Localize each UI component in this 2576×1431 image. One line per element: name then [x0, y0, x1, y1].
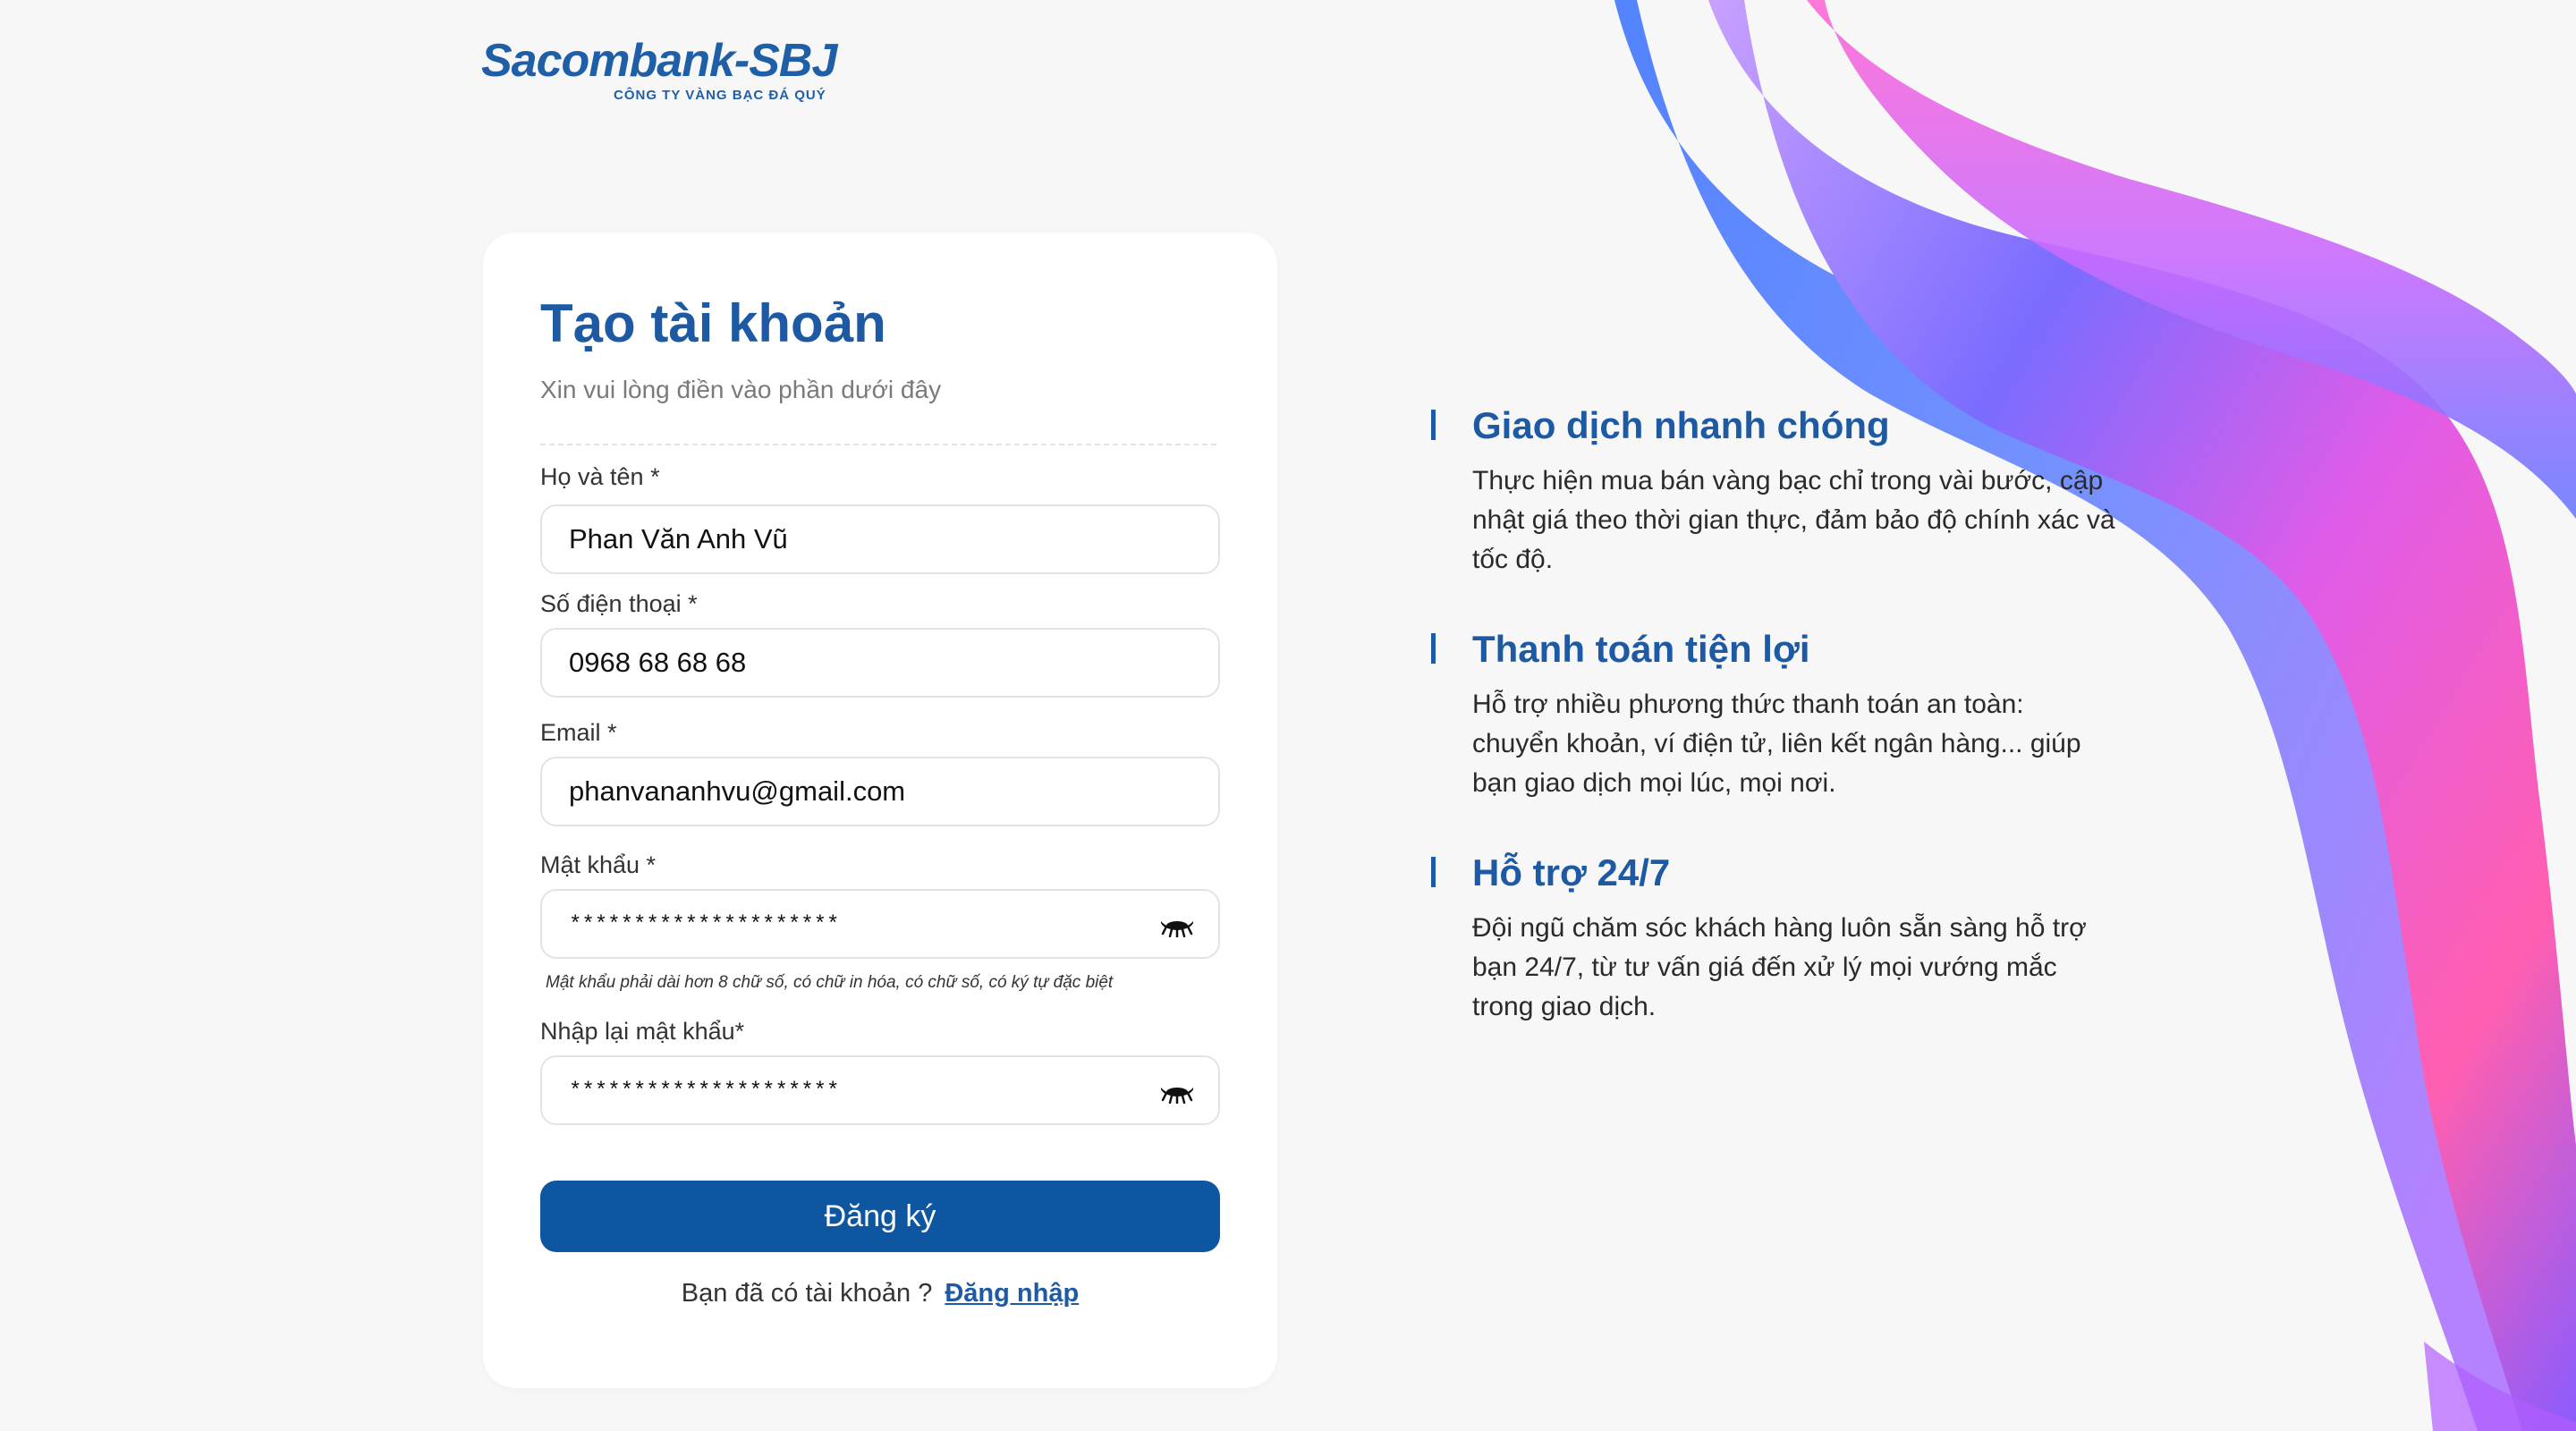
- email-label: Email *: [540, 719, 617, 746]
- password-label: Mật khẩu *: [540, 851, 657, 878]
- fullname-label: Họ và tên *: [540, 463, 660, 490]
- confirm-password-value[interactable]: *********************: [569, 1057, 839, 1127]
- phone-label: Số điện thoại *: [540, 590, 698, 617]
- fullname-field[interactable]: [540, 504, 1220, 574]
- register-button[interactable]: Đăng ký: [540, 1181, 1220, 1252]
- confirm-password-field[interactable]: *********************: [540, 1055, 1220, 1125]
- email-input[interactable]: [569, 758, 1141, 825]
- eye-closed-icon[interactable]: [1159, 916, 1195, 937]
- feature-title: Giao dịch nhanh chóng: [1472, 404, 1890, 446]
- feature-title: Thanh toán tiện lợi: [1472, 628, 1810, 670]
- page-subtitle: Xin vui lòng điền vào phần dưới đây: [540, 376, 942, 403]
- feature-text: Thực hiện mua bán vàng bạc chỉ trong vài…: [1472, 466, 2115, 574]
- register-card: Tạo tài khoản Xin vui lòng điền vào phần…: [483, 233, 1277, 1388]
- page-title: Tạo tài khoản: [540, 293, 886, 353]
- login-prompt-row: Bạn đã có tài khoản ? Đăng nhập: [483, 1279, 1277, 1308]
- login-prompt-text: Bạn đã có tài khoản ?: [681, 1279, 933, 1308]
- password-hint: Mật khẩu phải dài hơn 8 chữ số, có chữ i…: [546, 973, 1114, 992]
- phone-input[interactable]: [569, 630, 1141, 696]
- eye-closed-icon[interactable]: [1159, 1082, 1195, 1104]
- feature-text: Hỗ trợ nhiều phương thức thanh toán an t…: [1472, 690, 2081, 798]
- confirm-password-label: Nhập lại mật khẩu*: [540, 1018, 745, 1045]
- feature-accent-bar: [1431, 633, 1436, 664]
- divider: [540, 444, 1216, 445]
- brand-tagline: CÔNG TY VÀNG BẠC ĐÁ QUÝ: [614, 88, 826, 103]
- feature-accent-bar: [1431, 857, 1436, 887]
- brand-logo[interactable]: Sacombank-SBJ CÔNG TY VÀNG BẠC ĐÁ QUÝ: [481, 32, 857, 107]
- feature-title: Hỗ trợ 24/7: [1472, 851, 1671, 893]
- feature-accent-bar: [1431, 410, 1436, 440]
- password-value[interactable]: *********************: [569, 891, 839, 961]
- fullname-input[interactable]: [569, 506, 1141, 572]
- password-field[interactable]: *********************: [540, 889, 1220, 959]
- login-link[interactable]: Đăng nhập: [945, 1279, 1079, 1308]
- brand-name: Sacombank-SBJ: [481, 35, 837, 87]
- email-field[interactable]: [540, 757, 1220, 826]
- phone-field[interactable]: [540, 628, 1220, 698]
- feature-text: Đội ngũ chăm sóc khách hàng luôn sẵn sàn…: [1472, 913, 2087, 1021]
